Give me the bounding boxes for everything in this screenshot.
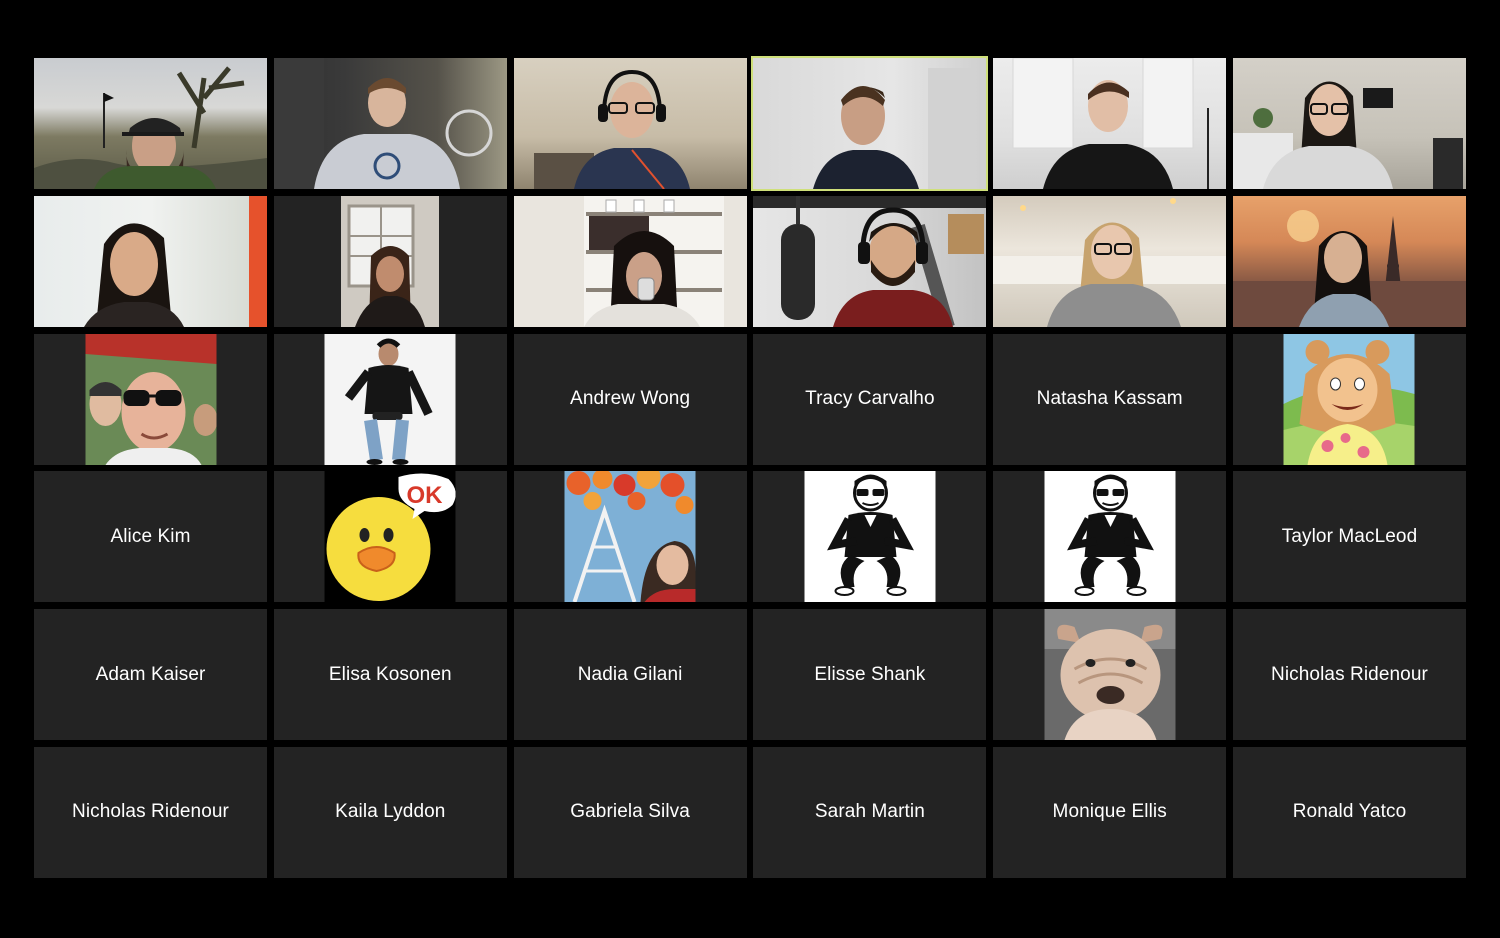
avatar-dancer-cartoon-icon [804,471,936,603]
video-feed-woman-speaking-icon [34,195,267,327]
participant-name: Taylor MacLeod [1281,525,1418,547]
video-feed-active-speaker-icon [753,58,987,189]
participant-name: Tracy Carvalho [805,388,935,410]
participant-tile-video[interactable] [513,195,747,327]
participant-name: Nicholas Ridenour [72,801,229,823]
participant-name: Sarah Martin [814,801,925,823]
participant-name: Adam Kaiser [95,663,206,685]
participant-tile-avatar[interactable]: OK [273,471,507,603]
video-feed-podcast-mic-icon [753,195,987,327]
participant-name: Gabriela Silva [570,801,690,823]
participant-name: Elisse Shank [814,663,926,685]
participant-tile-active-speaker[interactable] [751,56,989,191]
participant-tile-video[interactable] [34,58,267,189]
participant-tile-name[interactable]: Tracy Carvalho [753,333,987,465]
participant-tile-avatar[interactable] [273,333,507,465]
ok-sticker-text: OK [407,482,444,509]
video-feed-window-icon [341,195,440,327]
participant-tile-name[interactable]: Nadia Gilani [513,609,747,741]
participant-tile-video[interactable] [1232,58,1466,189]
video-feed-kitchen-icon [993,58,1227,189]
avatar-fashion-pose-icon [324,333,456,465]
participant-tile-video[interactable] [273,58,507,189]
video-feed-headphones-glasses-icon [513,58,747,189]
participant-name: Kaila Lyddon [335,801,446,823]
participant-name: Monique Ellis [1052,801,1167,823]
participant-tile-name[interactable]: Gabriela Silva [513,746,747,878]
avatar-dancer-cartoon-icon [1044,471,1176,603]
participant-tile-video[interactable] [1232,195,1466,327]
participant-name: Nadia Gilani [577,663,683,685]
participant-tile-avatar[interactable] [993,609,1227,741]
video-feed-blonde-glasses-icon [993,195,1227,327]
participant-tile-name[interactable]: Andrew Wong [513,333,747,465]
participant-tile-avatar[interactable] [513,471,747,603]
avatar-cartoon-aardvark-icon [1283,333,1415,465]
video-gallery: Andrew Wong Tracy Carvalho Natasha Kassa… [34,56,1466,880]
participant-name: Elisa Kosonen [328,663,452,685]
avatar-duck-ok-sticker-icon: OK [324,471,456,603]
video-feed-desert-cap-icon [34,58,267,189]
video-feed-hoodie-icon [273,58,507,189]
video-feed-glasses-woman-icon [1232,58,1466,189]
participant-name: Natasha Kassam [1036,388,1183,410]
participant-tile-name[interactable]: Nicholas Ridenour [1232,609,1466,741]
participant-tile-name[interactable]: Elisse Shank [753,609,987,741]
participant-tile-name[interactable]: Nicholas Ridenour [34,746,267,878]
participant-tile-video[interactable] [993,195,1227,327]
participant-tile-name[interactable]: Adam Kaiser [34,609,267,741]
participant-tile-name[interactable]: Natasha Kassam [993,333,1227,465]
avatar-selfie-sunglasses-icon [85,333,216,465]
participant-name: Nicholas Ridenour [1271,663,1428,685]
participant-name: Ronald Yatco [1292,801,1407,823]
participant-tile-avatar[interactable] [753,471,987,603]
participant-tile-avatar[interactable] [993,471,1227,603]
participant-tile-video[interactable] [273,195,507,327]
avatar-bulldog-puppy-icon [1044,609,1176,741]
participant-name: Andrew Wong [570,388,691,410]
participant-tile-video[interactable] [753,195,987,327]
participant-tile-name[interactable]: Sarah Martin [753,746,987,878]
participant-tile-name[interactable]: Ronald Yatco [1232,746,1466,878]
participant-tile-video[interactable] [993,58,1227,189]
participant-tile-avatar[interactable] [34,333,267,465]
avatar-space-needle-photo-icon [564,471,696,603]
video-feed-drinking-icon [513,195,747,327]
participant-tile-name[interactable]: Alice Kim [34,471,267,603]
participant-tile-video[interactable] [34,195,267,327]
video-feed-paris-background-icon [1232,195,1466,327]
participant-tile-name[interactable]: Elisa Kosonen [273,609,507,741]
participant-tile-name[interactable]: Monique Ellis [993,746,1227,878]
participant-name: Alice Kim [110,525,191,547]
participant-tile-name[interactable]: Kaila Lyddon [273,746,507,878]
participant-tile-name[interactable]: Taylor MacLeod [1232,471,1466,603]
participant-tile-avatar[interactable] [1232,333,1466,465]
participant-tile-video[interactable] [513,58,747,189]
